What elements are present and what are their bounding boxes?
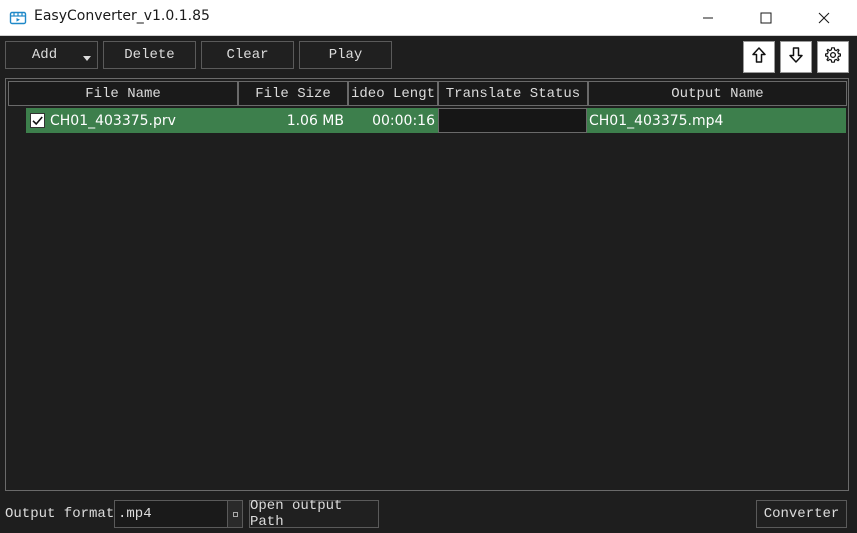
close-button[interactable] — [795, 0, 853, 36]
dropdown-toggle-icon[interactable] — [227, 501, 242, 527]
gear-icon — [824, 46, 842, 69]
delete-button[interactable]: Delete — [103, 41, 196, 69]
output-format-label: Output format — [5, 506, 115, 522]
video-length-cell: 00:00:16 — [348, 108, 438, 133]
column-header-output-name[interactable]: Output Name — [588, 81, 847, 106]
minimize-button[interactable] — [679, 0, 737, 36]
window-title: EasyConverter_v1.0.1.85 — [34, 8, 210, 24]
clear-button[interactable]: Clear — [201, 41, 294, 69]
move-up-button[interactable] — [743, 41, 775, 73]
minimize-icon — [702, 12, 714, 24]
file-table[interactable]: File Name File Size ideo Lengt Translate… — [5, 78, 849, 491]
arrow-up-icon — [750, 46, 768, 69]
file-name: CH01_403375.prv — [50, 112, 176, 129]
arrow-down-icon — [787, 46, 805, 69]
settings-button[interactable] — [817, 41, 849, 73]
add-button[interactable]: Add — [5, 41, 98, 69]
output-format-value: .mp4 — [118, 506, 152, 522]
converter-button[interactable]: Converter — [756, 500, 847, 528]
file-name-cell: CH01_403375.prv — [26, 108, 238, 133]
column-header-file-name[interactable]: File Name — [8, 81, 238, 106]
maximize-icon — [760, 12, 772, 24]
column-header-translate-status[interactable]: Translate Status — [438, 81, 588, 106]
open-output-path-button[interactable]: Open output Path — [249, 498, 379, 530]
table-header: File Name File Size ideo Lengt Translate… — [8, 81, 847, 106]
play-button[interactable]: Play — [299, 41, 392, 69]
row-checkbox[interactable] — [30, 113, 45, 128]
column-header-video-length[interactable]: ideo Lengt — [348, 81, 438, 106]
output-format-select[interactable]: .mp4 — [114, 500, 243, 528]
close-icon — [818, 12, 830, 24]
title-bar: EasyConverter_v1.0.1.85 — [0, 0, 857, 36]
chevron-down-icon — [83, 56, 91, 61]
maximize-button[interactable] — [737, 0, 795, 36]
output-name-cell: CH01_403375.mp4 — [587, 108, 846, 133]
table-row[interactable]: CH01_403375.prv 1.06 MB 00:00:16 CH01_40… — [26, 108, 846, 133]
move-down-button[interactable] — [780, 41, 812, 73]
checkmark-icon — [32, 116, 43, 126]
column-header-file-size[interactable]: File Size — [238, 81, 348, 106]
film-icon — [9, 9, 27, 27]
file-size-cell: 1.06 MB — [238, 108, 348, 133]
translate-status-cell — [438, 108, 587, 133]
add-button-label: Add — [31, 47, 58, 63]
